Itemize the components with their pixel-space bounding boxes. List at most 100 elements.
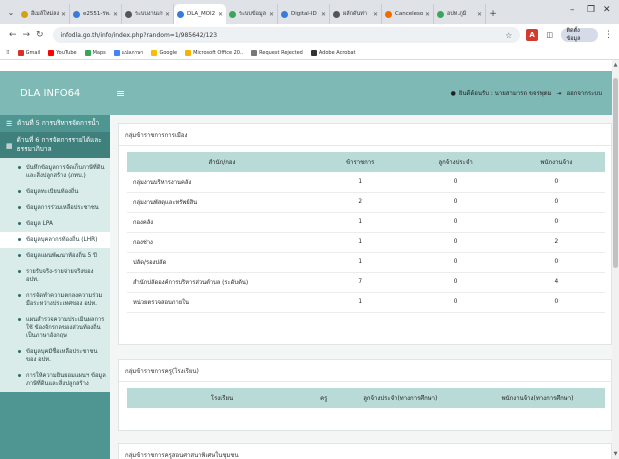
column-header: พนักงานจ้าง (507, 152, 605, 172)
bookmark-icon (17, 49, 24, 56)
count-cell: 0 (507, 212, 605, 233)
count-cell: 0 (507, 192, 605, 213)
page-scrollbar[interactable]: ▲ ▼ (612, 60, 619, 459)
sidebar-item[interactable]: การให้ความยินยอมแผนฯ ข้อมูลภาษีที่ดินและ… (0, 368, 110, 392)
sidebar-item[interactable]: ข้อมูลการร่วมเหลือประชาชน (0, 200, 110, 216)
table-icon: ▦ (6, 141, 13, 150)
sidebar-item[interactable]: ข้อมูล LPA (0, 216, 110, 232)
bookmark-item[interactable]: Maps (84, 49, 106, 57)
browser-tab[interactable]: ผลักดันท่า ✕ (330, 4, 382, 24)
card-title: กลุ่มข้าราชการการเมือง (119, 124, 611, 146)
close-tab-icon[interactable]: ✕ (425, 11, 430, 18)
sidebar-section-5[interactable]: ☰ ด้านที่ 5 การบริหารจัดการน้ำ (0, 115, 110, 132)
hamburger-menu-icon[interactable]: ≡ (116, 87, 125, 100)
reload-icon[interactable]: ↻ (33, 30, 47, 40)
teachers-table: โรงเรียน ครู ลูกจ้างประจำ(ทางการศึกษา) พนัก… (127, 388, 605, 408)
bookmark-item[interactable]: Google (151, 49, 177, 57)
count-cell: 1 (317, 212, 404, 233)
officials-table: สำนัก/กอง ข้าราชการ ลูกจ้างประจำ พนักงานจ้า… (127, 152, 605, 313)
profile-button[interactable]: ติดตั้งข้อมูล (561, 28, 598, 42)
back-icon[interactable]: ← (6, 30, 20, 40)
browser-tab[interactable]: ระบบงานเกษตร✕ (122, 4, 174, 24)
close-tab-icon[interactable]: ✕ (477, 11, 482, 18)
department-cell: กลุ่มงานพัสดุและทรัพย์สิน (127, 192, 317, 213)
address-bar-row: ← → ↻ infodla.go.th/info/index.php?rando… (0, 24, 619, 46)
bookmark-icon (84, 49, 91, 56)
browser-tab[interactable]: ระบบข้อมูล ✕ (226, 4, 278, 24)
sidebar-item[interactable]: ข้อมูลแผนพัฒนาท้องถิ่น 5 ปี (0, 248, 110, 264)
browser-menu-icon[interactable]: ⋮ (604, 30, 613, 40)
tab-search-icon[interactable]: ⌄ (4, 3, 18, 21)
tab-label: ระบบข้อมูล (239, 11, 266, 17)
browser-tab[interactable]: DLA_MOI2 ✕ (174, 4, 226, 24)
favicon-icon (229, 10, 236, 18)
logout-link[interactable]: ออกจากระบบ (567, 88, 602, 98)
count-cell: 0 (403, 172, 508, 193)
bookmark-label: แปลภาษา (121, 49, 144, 56)
bookmark-item[interactable]: Adobe Acrobat (310, 49, 356, 57)
app-header: DLA INFO64 ≡ ● ยินดีต้อนรับ : นายสามารถ … (0, 71, 612, 115)
sidebar: ☰ ด้านที่ 5 การบริหารจัดการน้ำ ▦ ด้านที่… (0, 115, 110, 459)
scroll-up-icon[interactable]: ▲ (612, 62, 619, 68)
extension-icon[interactable]: A (526, 29, 538, 41)
browser-tab[interactable]: Digital-ID ✕ (278, 4, 330, 24)
close-tab-icon[interactable]: ✕ (373, 11, 378, 18)
logout-icon[interactable]: ⇥ (557, 90, 562, 97)
browser-tab[interactable]: Canceleso ✕ (382, 4, 434, 24)
bookmarks-bar: ⠿ Gmail YouTube Maps แปลภาษา Google Microsoft… (0, 46, 619, 60)
sidebar-item[interactable]: รายรับจริง-รายจ่ายจริงของ อปท. (0, 264, 110, 288)
browser-tab[interactable]: e2551-รพ. ✕ (70, 4, 122, 24)
scroll-down-icon[interactable]: ▼ (612, 451, 619, 457)
browser-tab[interactable]: อีเมล์ใหม่ลง ✕ (18, 4, 70, 24)
sidebar-item[interactable]: แผนสำรวจความประเมินผลการใช้ ข้องจักรกลขอ… (0, 312, 110, 344)
table-row: กลุ่มงานพัสดุและทรัพย์สิน 2 0 0 (127, 192, 605, 213)
bookmark-star-icon[interactable]: ☆ (505, 31, 512, 40)
favicon-icon (125, 10, 132, 18)
minimize-icon[interactable]: – (570, 5, 575, 15)
sidebar-item[interactable]: การจัดทำความตกลงความร่วม มือระหว่างประเท… (0, 288, 110, 312)
brand-title[interactable]: DLA INFO64 (0, 88, 110, 99)
browser-tab[interactable]: อปท.ภูมิ ✕ (434, 4, 486, 24)
close-tab-icon[interactable]: ✕ (321, 11, 326, 18)
bookmark-label: Adobe Acrobat (318, 49, 356, 56)
bookmark-icon (251, 49, 258, 56)
sidebar-item[interactable]: บันทึกข้อมูลการจัดเก็บภาษีที่ดิน และสิ่ง… (0, 160, 110, 184)
column-header: ครู (317, 388, 331, 408)
count-cell: 0 (403, 232, 508, 253)
tab-label: Canceleso (395, 11, 423, 17)
bookmark-icon (113, 49, 120, 56)
bookmark-item[interactable]: YouTube (48, 49, 77, 57)
column-header: ข้าราชการ (317, 152, 404, 172)
count-cell: 7 (317, 272, 404, 293)
bookmark-item[interactable]: Gmail (17, 49, 40, 57)
bookmark-item[interactable]: Microsoft Office 20.. (185, 49, 243, 57)
extensions-puzzle-icon[interactable]: ◫ (544, 29, 556, 41)
user-info: ● ยินดีต้อนรับ : นายสามารถ ขจรพุดม ⇥ ออก… (451, 88, 602, 98)
sidebar-section-6[interactable]: ▦ ด้านที่ 6 การจัดการรายได้และ ธรรมาภิบา… (0, 132, 110, 158)
sidebar-item[interactable]: ข้อมูลทะเบียนท้องถิ่น (0, 184, 110, 200)
close-tab-icon[interactable]: ✕ (61, 11, 66, 18)
scrollbar-thumb[interactable] (613, 78, 618, 268)
close-tab-icon[interactable]: ✕ (269, 11, 274, 18)
close-tab-icon[interactable]: ✕ (218, 11, 223, 18)
tab-label: Digital-ID (291, 11, 317, 17)
close-tab-icon[interactable]: ✕ (165, 11, 170, 18)
bookmark-item[interactable]: Request Rejected (251, 49, 303, 57)
sidebar-item[interactable]: ข้อมูลบุคลากรท้องถิ่น (LHR) (0, 232, 110, 248)
apps-grid-icon[interactable]: ⠿ (6, 50, 10, 56)
user-icon: ● (450, 89, 456, 97)
restore-icon[interactable]: ❐ (587, 5, 595, 15)
tab-label: DLA_MOI2 (187, 11, 216, 17)
tab-label: e2551-รพ. (83, 11, 111, 17)
count-cell: 0 (403, 272, 508, 293)
close-window-icon[interactable]: ✕ (603, 5, 611, 15)
url-input[interactable]: infodla.go.th/info/index.php?random=1/98… (52, 27, 521, 43)
bookmark-item[interactable]: แปลภาษา (113, 49, 144, 57)
count-cell: 0 (507, 292, 605, 313)
religious-teachers-card: กลุ่มข้าราชการครูสอนศาสนาพิเศษในชุมชน (118, 443, 612, 459)
close-tab-icon[interactable]: ✕ (113, 11, 118, 18)
column-header: ลูกจ้างประจำ(ทางการศึกษา) (330, 388, 470, 408)
new-tab-button[interactable]: + (486, 4, 500, 24)
forward-icon[interactable]: → (20, 30, 34, 40)
sidebar-item[interactable]: ข้อมูลบุคมีชื่อเหลือประชาชน ของ อปท. (0, 344, 110, 368)
